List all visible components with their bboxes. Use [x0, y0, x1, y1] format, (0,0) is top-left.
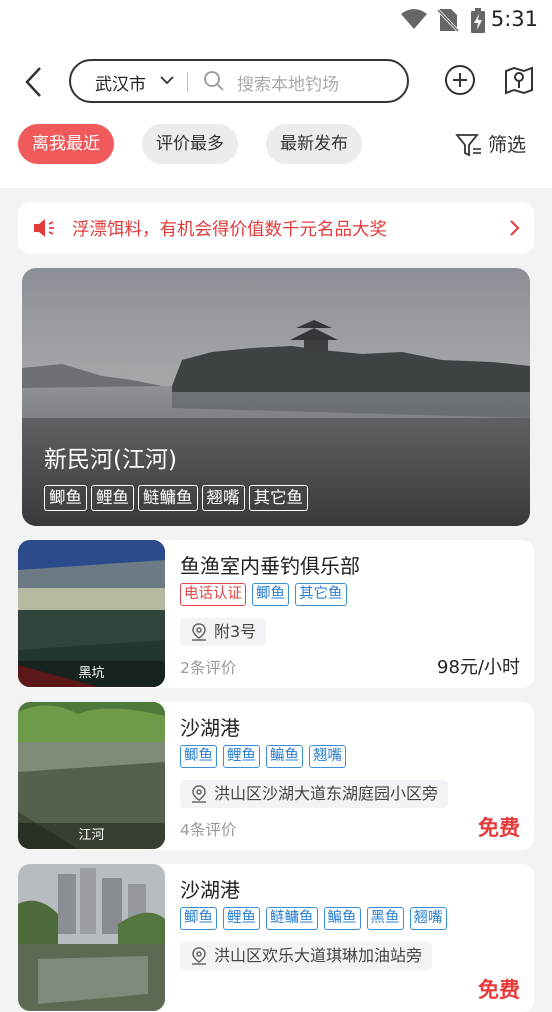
- spot-thumbnail: 江河: [18, 702, 165, 849]
- fish-tag: 鲢鳙鱼: [138, 485, 198, 511]
- spot-address: 附3号: [180, 618, 267, 646]
- notice-text: 浮漂饵料，有机会得价值数千元名品大奖: [72, 220, 387, 240]
- fish-tag: 鲤鱼: [223, 907, 260, 930]
- fish-tag: 鲫鱼: [44, 485, 87, 511]
- chevron-right-icon[interactable]: [508, 219, 520, 237]
- search-input[interactable]: 搜索本地钓场: [237, 70, 339, 95]
- fish-tag: 翘嘴: [409, 907, 447, 930]
- chip-newest[interactable]: 最新发布: [266, 124, 362, 164]
- address-text: 洪山区沙湖大道东湖庭园小区旁: [214, 784, 439, 803]
- spot-title: 鱼渔室内垂钓俱乐部: [180, 554, 360, 578]
- fish-tag: 鲫鱼: [180, 745, 217, 768]
- address-text: 洪山区欢乐大道琪琳加油站旁: [214, 946, 423, 965]
- fish-tag: 鲤鱼: [91, 485, 134, 511]
- notice-banner[interactable]: 浮漂饵料，有机会得价值数千元名品大奖: [18, 202, 534, 254]
- spot-address: 洪山区欢乐大道琪琳加油站旁: [180, 942, 433, 970]
- clock: 5:31: [490, 7, 538, 31]
- battery-charging-icon: [471, 8, 485, 33]
- spot-price: 免费: [478, 978, 520, 1002]
- chip-nearest[interactable]: 离我最近: [18, 124, 114, 164]
- no-sim-icon: [437, 8, 459, 32]
- spot-tags: 鲫鱼 鲤鱼 鳊鱼 翘嘴: [180, 745, 346, 768]
- featured-spot-card[interactable]: 新民河(江河) 鲫鱼 鲤鱼 鲢鳙鱼 翘嘴 其它鱼: [22, 268, 530, 526]
- fish-tag: 鲫鱼: [252, 583, 289, 606]
- speaker-icon: [34, 219, 54, 237]
- fish-tag: 其它鱼: [248, 485, 308, 511]
- search-bar[interactable]: 武汉市 搜索本地钓场: [69, 59, 409, 103]
- verified-badge: 电话认证: [180, 583, 246, 606]
- spot-price: 免费: [478, 816, 520, 840]
- review-count: 4条评价: [180, 821, 237, 839]
- wifi-icon: [401, 9, 427, 29]
- fish-tag: 鳊鱼: [323, 907, 361, 930]
- header: 武汉市 搜索本地钓场 离我最近 评价最多 最新发布 筛选: [0, 40, 552, 188]
- spot-price: 98元/小时: [437, 657, 520, 678]
- fish-tag: 翘嘴: [201, 485, 245, 511]
- city-selector[interactable]: 武汉市: [95, 70, 146, 95]
- fish-tag: 其它鱼: [295, 583, 347, 606]
- featured-spot-name: 新民河(江河): [44, 447, 177, 473]
- spot-tags: 鲫鱼 鲤鱼 鲢鳙鱼 鳊鱼 黑鱼 翘嘴: [180, 907, 447, 930]
- fish-tag: 翘嘴: [309, 745, 346, 768]
- fish-tag: 鲤鱼: [223, 745, 260, 768]
- map-icon[interactable]: [503, 64, 535, 96]
- spot-title: 沙湖港: [180, 878, 240, 902]
- spot-tags: 电话认证 鲫鱼 其它鱼: [180, 583, 347, 606]
- filter-icon: [455, 134, 481, 157]
- spot-card[interactable]: 黑坑 鱼渔室内垂钓俱乐部 电话认证 鲫鱼 其它鱼 附3号 2条评价 98元/小时: [18, 540, 534, 688]
- fish-tag: 鳊鱼: [266, 745, 303, 768]
- address-text: 附3号: [214, 622, 257, 641]
- fish-tag: 鲫鱼: [180, 907, 217, 930]
- fish-tag: 黑鱼: [366, 907, 404, 930]
- spot-card[interactable]: 江河 沙湖港 鲫鱼 鲤鱼 鳊鱼 翘嘴 洪山区沙湖大道东湖庭园小区旁 4条评价 免…: [18, 702, 534, 850]
- location-pin-icon: [192, 785, 206, 803]
- spot-thumbnail: 黑坑: [18, 540, 165, 687]
- chip-most-reviewed[interactable]: 评价最多: [142, 124, 238, 164]
- fish-tag: 鲢鳙鱼: [266, 907, 318, 930]
- filter-bar: 离我最近 评价最多 最新发布 筛选: [0, 124, 552, 168]
- divider: [187, 72, 188, 92]
- spot-type-label: 江河: [18, 823, 165, 849]
- add-icon[interactable]: [444, 64, 476, 96]
- location-pin-icon: [192, 947, 206, 965]
- back-arrow-icon[interactable]: [18, 62, 48, 102]
- featured-fish-tags: 鲫鱼 鲤鱼 鲢鳙鱼 翘嘴 其它鱼: [44, 485, 308, 511]
- spot-type-label: 黑坑: [18, 661, 165, 687]
- location-pin-icon: [192, 623, 206, 641]
- review-count: 2条评价: [180, 659, 237, 677]
- spot-thumbnail: [18, 864, 165, 1011]
- chevron-down-icon[interactable]: [159, 74, 175, 86]
- filter-label: 筛选: [488, 134, 527, 156]
- spot-card[interactable]: 沙湖港 鲫鱼 鲤鱼 鲢鳙鱼 鳊鱼 黑鱼 翘嘴 洪山区欢乐大道琪琳加油站旁 免费: [18, 864, 534, 1012]
- spot-title: 沙湖港: [180, 716, 240, 740]
- spot-address: 洪山区沙湖大道东湖庭园小区旁: [180, 780, 449, 808]
- search-icon: [204, 71, 224, 91]
- river-buildings-photo: [18, 864, 165, 1011]
- status-bar: 5:31: [0, 0, 552, 40]
